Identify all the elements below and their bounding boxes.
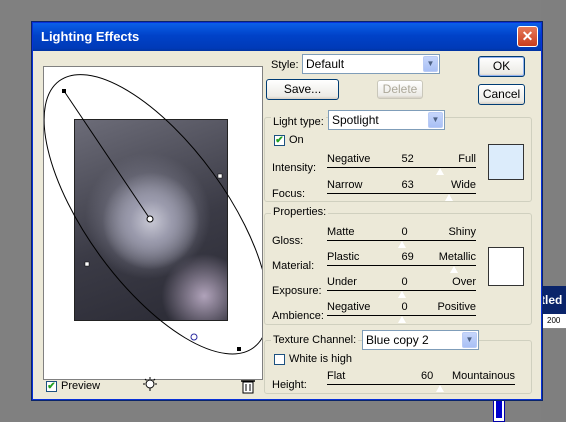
- slider-min-label: Narrow: [327, 179, 363, 191]
- light-type-value: Spotlight: [332, 113, 379, 127]
- texture-channel-label: Texture Channel:: [271, 334, 359, 346]
- slider-min-label: Under: [327, 276, 357, 288]
- checkmark-icon: ✔: [275, 135, 284, 146]
- background-ruler-marker: [496, 400, 502, 418]
- slider-track[interactable]: [327, 193, 476, 194]
- light-ellipse-overlay[interactable]: [44, 67, 262, 379]
- slider-value: 52: [401, 153, 414, 165]
- chevron-down-icon: ▼: [462, 332, 477, 348]
- texture-channel-dropdown[interactable]: Blue copy 2 ▼: [362, 330, 479, 350]
- light-color-swatch[interactable]: [488, 144, 524, 180]
- slider-value: 0: [401, 226, 408, 238]
- slider-max-label: Mountainous: [452, 370, 515, 382]
- slider-value: 0: [401, 301, 408, 313]
- slider-value: 63: [401, 179, 414, 191]
- white-is-high-label: White is high: [289, 353, 352, 365]
- slider-thumb[interactable]: [396, 240, 407, 249]
- slider-max-label: Full: [458, 153, 476, 165]
- slider-min-label: Negative: [327, 301, 371, 313]
- slider-thumb[interactable]: [396, 290, 407, 299]
- chevron-down-icon: ▼: [428, 112, 443, 128]
- slider-thumb[interactable]: [444, 193, 455, 202]
- delete-button[interactable]: Delete: [377, 80, 423, 99]
- close-icon: ✕: [521, 28, 534, 44]
- slider-max-label: Positive: [437, 301, 476, 313]
- slider-label: Gloss:: [272, 235, 304, 247]
- slider-label: Ambience:: [272, 310, 324, 322]
- white-is-high-checkbox[interactable]: [274, 354, 285, 365]
- slider-max-label: Shiny: [448, 226, 476, 238]
- light-center-handle: [146, 215, 154, 223]
- chevron-down-icon: ▼: [423, 56, 438, 72]
- slider-label: Height:: [272, 379, 307, 391]
- preview-label: Preview: [61, 380, 101, 392]
- slider-label: Focus:: [272, 188, 306, 200]
- trash-icon[interactable]: [240, 378, 256, 394]
- slider-track[interactable]: [327, 384, 515, 385]
- close-button[interactable]: ✕: [517, 26, 538, 47]
- slider-track[interactable]: [327, 167, 476, 168]
- slider-thumb[interactable]: [435, 167, 446, 176]
- light-secondary-handle: [190, 333, 198, 341]
- slider-label: Intensity:: [272, 162, 317, 174]
- properties-color-swatch[interactable]: [488, 247, 524, 286]
- light-ellipse: [44, 74, 262, 355]
- slider-min-label: Matte: [327, 226, 355, 238]
- light-direction-line: [63, 90, 151, 220]
- slider-thumb[interactable]: [434, 384, 445, 393]
- preview-checkbox[interactable]: ✔: [46, 381, 57, 392]
- slider-min-label: Negative: [327, 153, 371, 165]
- ok-button[interactable]: OK: [478, 56, 525, 77]
- ellipse-handle-right: [217, 173, 223, 179]
- light-type-dropdown[interactable]: Spotlight ▼: [328, 110, 445, 130]
- slider-thumb[interactable]: [448, 265, 459, 274]
- background-ruler: 200: [541, 314, 566, 329]
- light-direction-handle: [62, 89, 66, 93]
- slider-max-label: Wide: [450, 179, 476, 191]
- properties-label: Properties:: [271, 206, 329, 218]
- cancel-button[interactable]: Cancel: [478, 84, 525, 105]
- slider-value: 0: [401, 276, 408, 288]
- slider-label: Exposure:: [272, 285, 322, 297]
- slider-value: 60: [421, 370, 434, 382]
- lighting-effects-dialog: Lighting Effects ✕ ✔ Preview Style: Defa…: [32, 22, 542, 400]
- preview-area[interactable]: [43, 66, 263, 380]
- slider-thumb[interactable]: [396, 315, 407, 324]
- light-bulb-icon[interactable]: [141, 376, 159, 394]
- slider-label: Material:: [272, 260, 315, 272]
- slider-min-label: Flat: [327, 370, 346, 382]
- slider-max-label: Metallic: [438, 251, 476, 263]
- slider-max-label: Over: [452, 276, 476, 288]
- ellipse-handle-bottom: [237, 347, 241, 351]
- slider-min-label: Plastic: [327, 251, 360, 263]
- light-on-checkbox[interactable]: ✔: [274, 135, 285, 146]
- dialog-titlebar[interactable]: Lighting Effects ✕: [33, 23, 541, 51]
- dialog-title: Lighting Effects: [41, 29, 140, 44]
- style-dropdown[interactable]: Default ▼: [302, 54, 440, 74]
- texture-channel-value: Blue copy 2: [366, 333, 429, 347]
- background-window: [541, 0, 566, 420]
- style-value: Default: [306, 57, 345, 71]
- style-label: Style:: [271, 59, 299, 71]
- background-window-title: tled: [541, 286, 566, 314]
- slider-value: 69: [401, 251, 414, 263]
- light-on-label: On: [289, 134, 304, 146]
- save-button[interactable]: Save...: [266, 79, 339, 100]
- ellipse-handle-left: [84, 261, 90, 267]
- light-type-label: Light type:: [271, 116, 326, 128]
- checkmark-icon: ✔: [47, 381, 56, 392]
